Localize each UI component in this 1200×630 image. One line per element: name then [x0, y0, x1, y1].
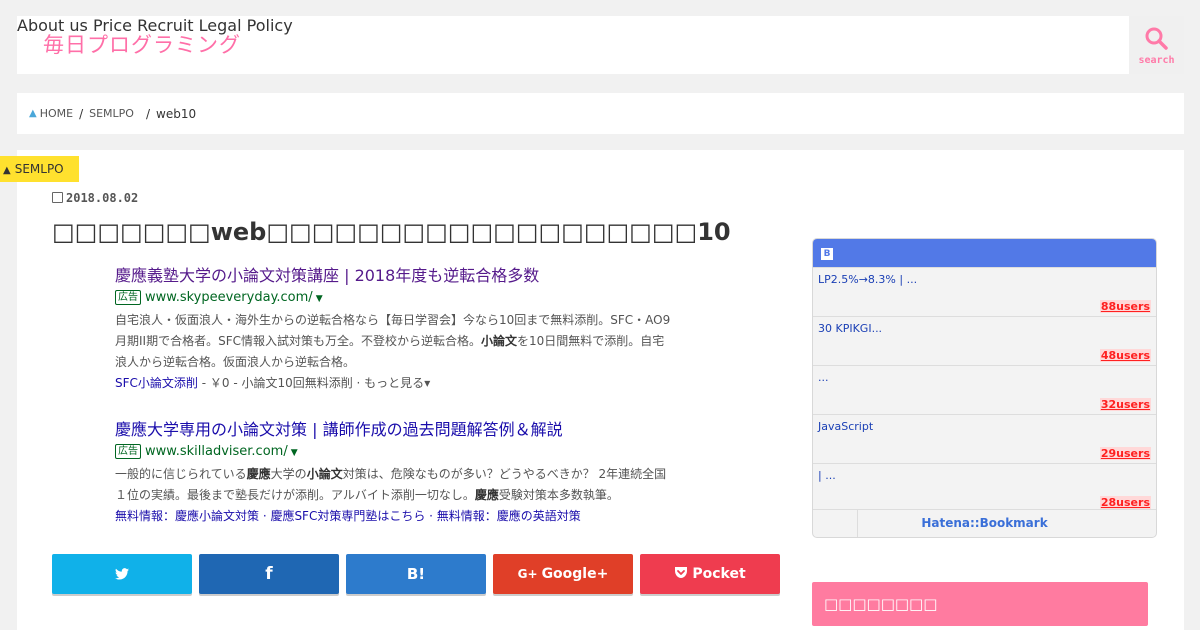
article-title: □□□□□□□web□□□□□□□□□□□□□□□□□□□10	[52, 218, 731, 246]
ad-sitelinks[interactable]: 無料情報：慶應小論文対策 · 慶應SFC対策専門塾はこちら · 無料情報：慶應の…	[115, 506, 735, 526]
post-date-value: 2018.08.02	[66, 191, 139, 205]
ad-url[interactable]: 広告 www.skilladviser.com/▼	[115, 443, 735, 462]
sidebar-widget-title: □□□□□□□□	[812, 582, 1148, 626]
ad-url-text: www.skypeeveryday.com/	[145, 290, 313, 305]
ad-desc-line: 自宅浪人・仮面浪人・海外生からの逆転合格なら【毎日学習会】今なら10回まで無料添…	[115, 313, 671, 327]
ad-title[interactable]: 慶應大学専用の小論文対策 | 講師作成の過去問題解答例＆解説	[115, 420, 735, 440]
dropdown-icon: ▼	[290, 448, 298, 458]
breadcrumb: ▲ HOME / SEMLPO / web10	[17, 93, 1184, 134]
ad-sitelink[interactable]: SFC小論文添削	[115, 376, 198, 390]
ad-tag: 広告	[115, 290, 141, 305]
share-pocket-label: Pocket	[692, 566, 746, 582]
hatena-widget-footer[interactable]: Hatena::Bookmark	[813, 509, 1156, 537]
breadcrumb-home[interactable]: HOME	[40, 107, 73, 120]
hatena-entry-title[interactable]: LP2.5%→8.3% | ...	[818, 273, 917, 286]
ad-url[interactable]: 広告 www.skypeeveryday.com/▼	[115, 289, 735, 308]
breadcrumb-separator: /	[145, 106, 151, 121]
hatena-entry-users[interactable]: 29users	[1099, 447, 1151, 460]
site-header: 毎日プログラミング About us Price Recruit Legal P…	[17, 16, 1184, 74]
hatena-entry-users[interactable]: 28users	[1099, 496, 1151, 509]
hatena-bookmark-widget: B LP2.5%→8.3% | ... 88users 30 KPIKGI...…	[812, 238, 1157, 538]
share-pocket-button[interactable]: Pocket	[640, 554, 780, 594]
ad-tag: 広告	[115, 444, 141, 459]
share-google-button[interactable]: G+ Google+	[493, 554, 633, 594]
search-label: search	[1138, 55, 1175, 66]
calendar-icon	[52, 192, 63, 203]
hatena-entry-title[interactable]: 30 KPIKGI...	[818, 322, 882, 335]
google-plus-icon: G+	[517, 567, 538, 581]
hatena-footer-link[interactable]: Hatena::Bookmark	[921, 516, 1047, 530]
pocket-icon	[674, 566, 688, 583]
ad-desc-line: １位の実績。最後まで塾長だけが添削。アルバイト添削一切なし。慶應受験対策本多数執…	[115, 488, 619, 502]
site-logo[interactable]: 毎日プログラミング	[43, 29, 241, 59]
search-ad: 慶應大学専用の小論文対策 | 講師作成の過去問題解答例＆解説 広告 www.ski…	[115, 420, 735, 526]
ad-description: 一般的に信じられている慶應大学の小論文対策は、危険なものが多い？どうやるべきか？…	[115, 464, 735, 506]
search-icon	[1145, 27, 1168, 50]
breadcrumb-separator: /	[79, 106, 84, 121]
hatena-entry-title[interactable]: | ...	[818, 469, 836, 482]
breadcrumb-category[interactable]: SEMLPO	[89, 107, 134, 120]
hatena-entry-users[interactable]: 32users	[1099, 398, 1151, 411]
share-hatena-button[interactable]: B!	[346, 554, 486, 594]
ad-desc-line: 月期II期で合格者。SFC情報入試対策も万全。不登校から逆転合格。小論文を10日…	[115, 334, 665, 348]
ad-sitelink-rest[interactable]: - ￥0 - 小論文10回無料添削 · もっと見る	[198, 376, 424, 390]
ad-title[interactable]: 慶應義塾大学の小論文対策講座 | 2018年度も逆転合格多数	[115, 266, 735, 286]
breadcrumb-current: web10	[156, 106, 197, 121]
hatena-entry[interactable]: 30 KPIKGI... 48users	[813, 316, 1156, 365]
share-facebook-button[interactable]: f	[199, 554, 339, 594]
ad-sitelinks: SFC小論文添削 - ￥0 - 小論文10回無料添削 · もっと見る▾	[115, 373, 735, 393]
post-date: 2018.08.02	[52, 191, 138, 205]
home-icon: ▲	[29, 108, 37, 119]
hatena-entry[interactable]: | ... 28users	[813, 463, 1156, 512]
hatena-entry-title[interactable]: ...	[818, 371, 829, 384]
folder-icon: ▲	[3, 165, 11, 176]
hatena-entry-title[interactable]: JavaScript	[818, 420, 873, 433]
hatena-widget-header: B	[813, 239, 1156, 267]
facebook-icon: f	[265, 564, 273, 584]
category-badge[interactable]: ▲ SEMLPO	[0, 156, 79, 182]
main-content: ▲ SEMLPO 2018.08.02 □□□□□□□web□□□□□□□□□□□…	[0, 150, 1184, 630]
share-google-label: Google+	[541, 566, 609, 582]
dropdown-icon: ▾	[424, 376, 431, 390]
hatena-entry-users[interactable]: 88users	[1099, 300, 1151, 313]
hatena-entry[interactable]: JavaScript 29users	[813, 414, 1156, 463]
hatena-b-icon: B	[821, 248, 833, 260]
hatena-entry-users[interactable]: 48users	[1099, 349, 1151, 362]
ad-url-text: www.skilladviser.com/	[145, 444, 288, 459]
hatena-entry[interactable]: LP2.5%→8.3% | ... 88users	[813, 267, 1156, 316]
ad-desc-line: 浪人から逆転合格。仮面浪人から逆転合格。	[115, 355, 356, 369]
hatena-entry[interactable]: ... 32users	[813, 365, 1156, 414]
ad-desc-line: 一般的に信じられている慶應大学の小論文対策は、危険なものが多い？どうやるべきか？…	[115, 467, 667, 481]
search-ad: 慶應義塾大学の小論文対策講座 | 2018年度も逆転合格多数 広告 www.sky…	[115, 266, 735, 393]
dropdown-icon: ▼	[315, 294, 323, 304]
category-badge-label: SEMLPO	[14, 162, 64, 176]
share-twitter-button[interactable]	[52, 554, 192, 594]
twitter-icon	[115, 568, 129, 580]
ad-description: 自宅浪人・仮面浪人・海外生からの逆転合格なら【毎日学習会】今なら10回まで無料添…	[115, 310, 735, 373]
hatena-footer-cell	[813, 510, 858, 537]
hatena-icon: B!	[406, 565, 426, 583]
search-button[interactable]: search	[1129, 16, 1184, 74]
